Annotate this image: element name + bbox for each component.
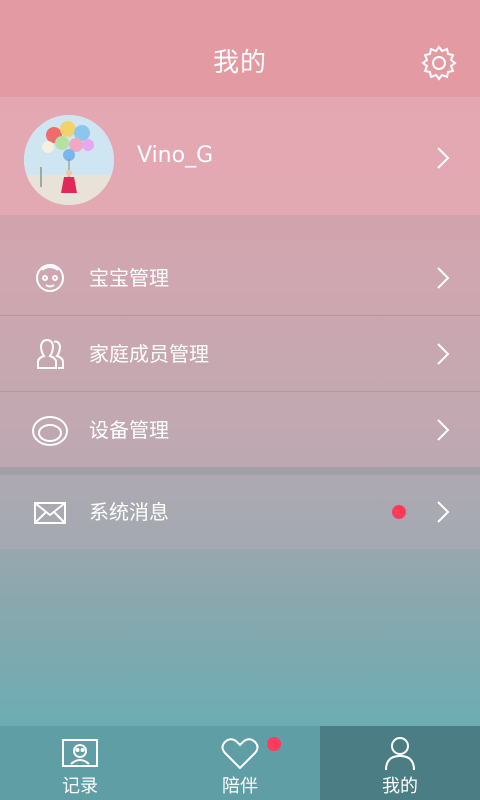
menu-item-family[interactable]: 家庭成员管理 <box>0 316 480 392</box>
tab-companion[interactable]: 陪伴 <box>160 726 320 800</box>
section-divider <box>0 467 480 475</box>
person-icon <box>385 737 415 771</box>
tab-label: 记录 <box>62 776 98 797</box>
profile-card[interactable]: Vino_G <box>0 97 480 215</box>
section-divider <box>0 215 480 240</box>
menu-item-label: 家庭成员管理 <box>89 342 209 366</box>
menu-item-messages[interactable]: 系统消息 <box>0 475 480 549</box>
menu-item-baby[interactable]: 宝宝管理 <box>0 240 480 316</box>
unread-dot <box>392 505 406 519</box>
avatar[interactable] <box>24 115 114 205</box>
settings-menu: 宝宝管理 家庭成员管理 设备管理 <box>0 240 480 468</box>
top-bar: 我的 <box>0 0 480 97</box>
menu-item-label: 设备管理 <box>89 418 169 442</box>
record-icon <box>62 739 98 767</box>
users-icon <box>37 338 64 369</box>
heart-icon <box>221 738 259 770</box>
gear-icon[interactable] <box>420 44 458 82</box>
chevron-right-icon <box>437 147 450 169</box>
baby-face-icon <box>36 264 64 292</box>
chevron-right-icon <box>437 267 450 289</box>
device-icon <box>32 416 68 446</box>
notification-badge <box>267 737 281 751</box>
menu-item-device[interactable]: 设备管理 <box>0 392 480 468</box>
chevron-right-icon <box>437 343 450 365</box>
page-title: 我的 <box>212 48 267 78</box>
chevron-right-icon <box>437 501 450 523</box>
menu-item-label: 系统消息 <box>89 500 169 524</box>
username: Vino_G <box>137 143 214 168</box>
chevron-right-icon <box>437 419 450 441</box>
tab-me[interactable]: 我的 <box>320 726 480 800</box>
tab-label: 我的 <box>382 776 418 797</box>
tab-label: 陪伴 <box>222 776 258 797</box>
tab-record[interactable]: 记录 <box>0 726 160 800</box>
bottom-tab-bar: 记录 陪伴 我的 <box>0 726 480 800</box>
menu-item-label: 宝宝管理 <box>89 266 169 290</box>
envelope-icon <box>34 502 66 524</box>
